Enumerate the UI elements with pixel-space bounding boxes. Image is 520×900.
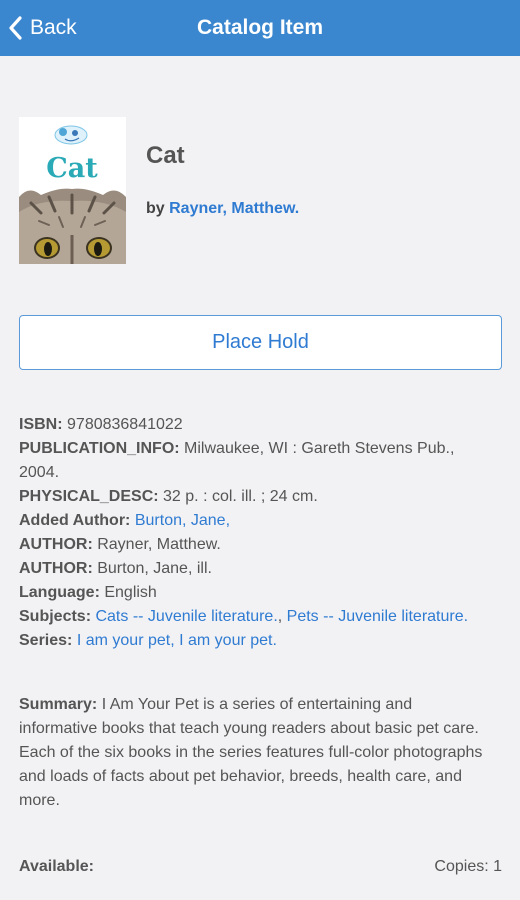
author-row: AUTHOR: Burton, Jane, ill. <box>19 557 489 581</box>
chevron-left-icon <box>8 16 22 40</box>
item-details: ISBN: 9780836841022 PUBLICATION_INFO: Mi… <box>19 413 489 653</box>
language-value: English <box>104 584 157 601</box>
author-label: AUTHOR: <box>19 536 93 553</box>
series-row: Series: I am your pet, I am your pet. <box>19 629 489 653</box>
page-title: Catalog Item <box>196 16 324 39</box>
item-title: Cat <box>146 142 185 169</box>
copies-count: Copies: 1 <box>434 858 502 875</box>
back-label: Back <box>30 16 77 39</box>
series-link[interactable]: I am your pet. <box>179 632 277 649</box>
isbn-row: ISBN: 9780836841022 <box>19 413 489 437</box>
subject-link[interactable]: Cats -- Juvenile literature. <box>95 608 277 625</box>
subjects-label: Subjects: <box>19 608 92 625</box>
cat-photo <box>19 188 126 264</box>
cover-title-text: Cat <box>46 153 98 184</box>
author-label: AUTHOR: <box>19 560 93 577</box>
series-link[interactable]: I am your pet, <box>77 632 175 649</box>
physical-desc-label: PHYSICAL_DESC: <box>19 488 159 505</box>
isbn-label: ISBN: <box>19 416 63 433</box>
added-author-label: Added Author: <box>19 512 131 529</box>
place-hold-button[interactable]: Place Hold <box>19 315 502 370</box>
isbn-value: 9780836841022 <box>67 416 183 433</box>
author-value: Rayner, Matthew. <box>97 536 221 553</box>
item-byline: by Rayner, Matthew. <box>146 200 299 218</box>
publication-info-row: PUBLICATION_INFO: Milwaukee, WI : Gareth… <box>19 437 489 485</box>
author-value: Burton, Jane, ill. <box>97 560 212 577</box>
language-row: Language: English <box>19 581 489 605</box>
language-label: Language: <box>19 584 100 601</box>
nav-bar: Back Catalog Item <box>0 0 520 56</box>
available-label: Available: <box>19 858 94 875</box>
back-button[interactable]: Back <box>8 12 77 44</box>
book-cover-image[interactable]: Cat <box>19 117 126 264</box>
series-label: Series: <box>19 632 73 649</box>
added-author-row: Added Author: Burton, Jane, <box>19 509 489 533</box>
summary-label: Summary: <box>19 696 98 713</box>
publication-info-label: PUBLICATION_INFO: <box>19 440 180 457</box>
subject-link[interactable]: Pets -- Juvenile literature. <box>287 608 468 625</box>
by-prefix: by <box>146 200 165 217</box>
subjects-row: Subjects: Cats -- Juvenile literature., … <box>19 608 469 625</box>
series-logo-icon <box>54 125 88 145</box>
physical-desc-value: 32 p. : col. ill. ; 24 cm. <box>163 488 318 505</box>
added-author-link[interactable]: Burton, Jane, <box>135 512 230 529</box>
author-row: AUTHOR: Rayner, Matthew. <box>19 533 489 557</box>
author-link[interactable]: Rayner, Matthew. <box>169 200 299 217</box>
physical-desc-row: PHYSICAL_DESC: 32 p. : col. ill. ; 24 cm… <box>19 485 489 509</box>
summary: Summary: I Am Your Pet is a series of en… <box>19 693 489 813</box>
